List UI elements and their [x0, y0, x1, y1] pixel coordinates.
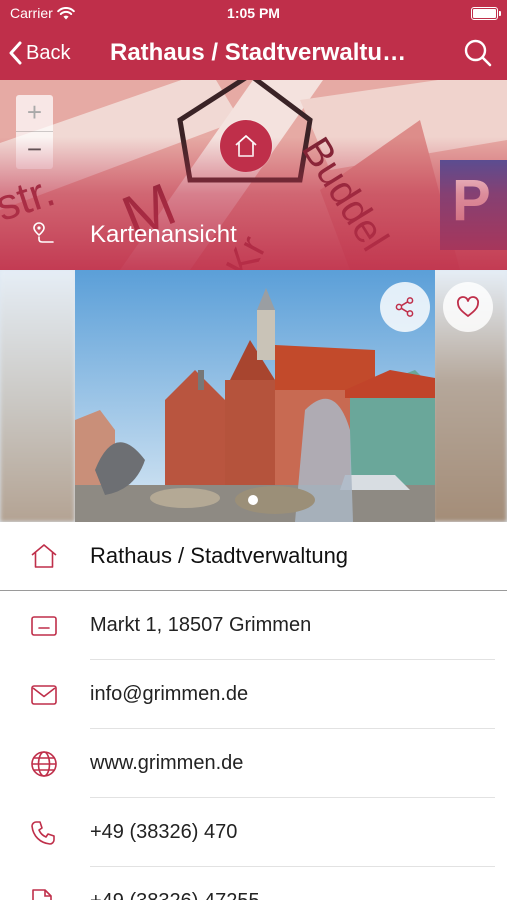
gallery-page-indicator[interactable]	[248, 495, 258, 505]
heart-icon	[457, 296, 479, 317]
status-bar: Carrier 1:05 PM	[0, 0, 507, 26]
map-view-label: Kartenansicht	[90, 221, 237, 248]
search-button[interactable]	[463, 38, 493, 68]
back-button[interactable]: Back	[8, 36, 70, 70]
phone-row[interactable]: +49 (38326) 470	[0, 798, 507, 867]
image-gallery[interactable]	[0, 270, 507, 522]
globe-icon	[31, 750, 57, 777]
address-row[interactable]: Markt 1, 18507 Grimmen	[0, 591, 507, 660]
home-icon	[31, 544, 57, 568]
gallery-prev-image	[0, 270, 75, 522]
home-icon	[235, 135, 257, 157]
address-text: Markt 1, 18507 Grimmen	[90, 614, 312, 636]
favorite-button[interactable]	[443, 282, 493, 332]
search-icon	[464, 39, 492, 67]
share-icon	[395, 297, 414, 317]
map-location-pin[interactable]	[220, 120, 272, 172]
battery-icon	[471, 7, 501, 20]
share-button[interactable]	[380, 282, 430, 332]
status-time: 1:05 PM	[227, 5, 280, 21]
place-name: Rathaus / Stadtverwaltung	[90, 543, 349, 568]
phone-number[interactable]: +49 (38326) 470	[90, 821, 237, 844]
email-row[interactable]: info@grimmen.de	[0, 660, 507, 729]
navigation-bar: Back Rathaus / Stadtverwaltung	[0, 26, 507, 80]
email-link[interactable]: info@grimmen.de	[90, 683, 248, 706]
header: Carrier 1:05 PM Back Rathaus / Stadtverw…	[0, 0, 507, 80]
back-chevron-icon	[9, 41, 22, 65]
page-title: Rathaus / Stadtverwaltung	[110, 39, 410, 66]
address-card-icon	[31, 615, 57, 636]
detail-list: Rathaus / Stadtverwaltung Markt 1, 18507…	[0, 522, 507, 900]
map-preview[interactable]: str. M Kr Buddel P + − Kartenansicht	[0, 80, 507, 270]
zoom-out-button[interactable]: −	[16, 132, 53, 169]
back-label: Back	[26, 41, 71, 64]
website-link[interactable]: www.grimmen.de	[90, 752, 243, 775]
phone-icon	[31, 820, 55, 845]
website-row[interactable]: www.grimmen.de	[0, 729, 507, 798]
fax-row[interactable]: +49 (38326) 47255	[0, 867, 507, 900]
map-view-link[interactable]: Kartenansicht	[0, 211, 507, 259]
place-title-row: Rathaus / Stadtverwaltung	[0, 522, 507, 591]
fax-icon	[32, 888, 52, 900]
mail-icon	[31, 684, 57, 705]
fax-number: +49 (38326) 47255	[90, 890, 260, 900]
map-route-icon	[33, 221, 54, 243]
zoom-in-button[interactable]: +	[16, 95, 53, 132]
map-zoom-control: + −	[16, 95, 53, 169]
